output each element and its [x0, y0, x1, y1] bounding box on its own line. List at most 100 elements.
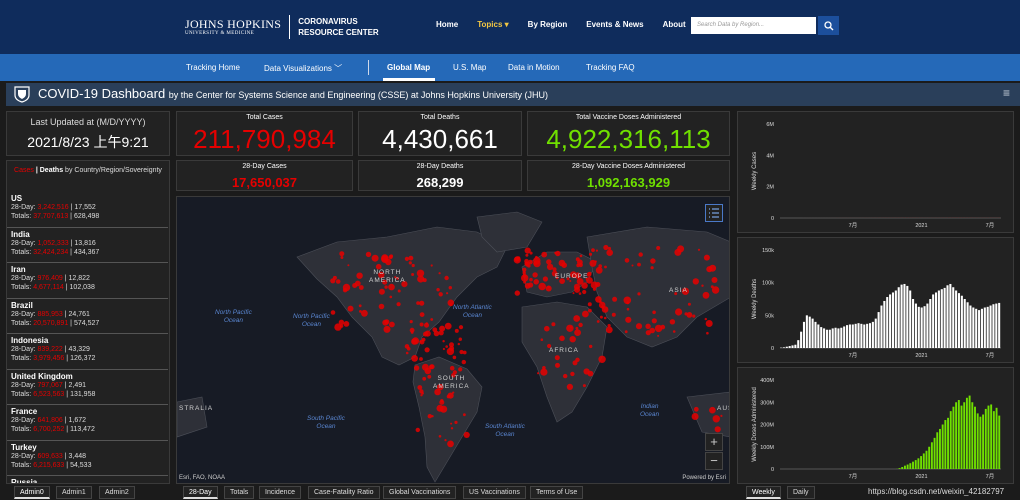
case-dot[interactable]	[645, 330, 651, 336]
case-dot[interactable]	[450, 427, 454, 430]
chart-bar[interactable]	[828, 329, 831, 348]
case-dot[interactable]	[411, 273, 415, 276]
case-dot[interactable]	[712, 415, 720, 423]
chart-bar[interactable]	[949, 283, 952, 348]
case-dot[interactable]	[424, 347, 430, 353]
nav-home[interactable]: Home	[436, 20, 458, 29]
chart-bar[interactable]	[952, 406, 955, 469]
chart-bar[interactable]	[929, 299, 932, 348]
case-dot[interactable]	[574, 329, 581, 336]
case-dot[interactable]	[427, 414, 432, 419]
case-dot[interactable]	[438, 330, 444, 336]
subnav-data-visualizations[interactable]: Data Visualizations ﹀	[264, 63, 342, 74]
chart-bar[interactable]	[989, 305, 992, 348]
chart-bar[interactable]	[974, 406, 976, 469]
tab-admin1[interactable]: Admin1	[56, 486, 92, 499]
case-dot[interactable]	[706, 331, 709, 335]
case-dot[interactable]	[423, 331, 428, 337]
case-dot[interactable]	[514, 290, 520, 296]
case-dot[interactable]	[444, 439, 447, 442]
case-dot[interactable]	[692, 314, 696, 318]
case-dot[interactable]	[605, 326, 613, 334]
chart-bar[interactable]	[969, 305, 972, 348]
chart-bar[interactable]	[825, 329, 828, 348]
case-dot[interactable]	[701, 284, 704, 287]
case-dot[interactable]	[675, 308, 683, 316]
case-dot[interactable]	[714, 426, 721, 433]
case-dot[interactable]	[524, 261, 529, 266]
chart-bar[interactable]	[823, 328, 826, 348]
case-dot[interactable]	[340, 256, 344, 259]
case-dot[interactable]	[583, 368, 590, 375]
case-dot[interactable]	[356, 272, 363, 279]
chart-bar[interactable]	[883, 300, 886, 348]
chart-bar[interactable]	[901, 467, 904, 469]
case-dot[interactable]	[347, 305, 354, 312]
case-dot[interactable]	[382, 319, 389, 326]
chart-bar[interactable]	[797, 340, 800, 348]
case-dot[interactable]	[428, 364, 434, 370]
chart-bar[interactable]	[946, 285, 949, 348]
case-dot[interactable]	[533, 279, 539, 285]
case-dot[interactable]	[335, 279, 341, 284]
case-dot[interactable]	[404, 344, 410, 349]
case-dot[interactable]	[415, 427, 420, 433]
tab-28-day[interactable]: 28-Day	[183, 486, 218, 499]
case-dot[interactable]	[462, 350, 467, 355]
chart-bar[interactable]	[968, 395, 971, 469]
case-dot[interactable]	[537, 372, 540, 375]
case-dot[interactable]	[656, 246, 661, 250]
tab-weekly[interactable]: Weekly	[746, 486, 781, 499]
case-dot[interactable]	[588, 308, 592, 313]
chart-bar[interactable]	[922, 453, 925, 469]
case-dot[interactable]	[569, 336, 576, 343]
case-dot[interactable]	[596, 320, 600, 323]
chart-bar[interactable]	[957, 293, 961, 348]
case-dot[interactable]	[449, 303, 453, 307]
case-dot[interactable]	[529, 277, 533, 282]
case-dot[interactable]	[687, 302, 691, 306]
case-dot[interactable]	[650, 266, 654, 270]
chart-bar[interactable]	[934, 292, 938, 348]
chart-bar[interactable]	[880, 305, 883, 348]
case-dot[interactable]	[570, 371, 575, 377]
case-dot[interactable]	[546, 263, 554, 271]
chart-bar[interactable]	[960, 295, 963, 348]
chart-bar[interactable]	[949, 411, 952, 469]
case-dot[interactable]	[439, 399, 445, 405]
chart-bar[interactable]	[930, 442, 933, 469]
case-dot[interactable]	[446, 292, 449, 295]
chart-bar[interactable]	[846, 325, 849, 348]
chart-bar[interactable]	[984, 408, 987, 469]
case-dot[interactable]	[637, 262, 641, 267]
case-dot[interactable]	[454, 328, 459, 333]
case-dot[interactable]	[521, 274, 529, 282]
case-dot[interactable]	[546, 259, 552, 265]
case-dot[interactable]	[578, 292, 582, 295]
chart-bar[interactable]	[982, 414, 985, 469]
chart-bar[interactable]	[978, 310, 981, 348]
case-dot[interactable]	[427, 374, 432, 379]
chart-bar[interactable]	[992, 411, 995, 469]
tab-incidence[interactable]: Incidence	[259, 486, 301, 499]
case-dot[interactable]	[623, 296, 632, 305]
case-dot[interactable]	[381, 254, 389, 262]
case-dot[interactable]	[651, 318, 657, 324]
chart-bar[interactable]	[857, 323, 860, 348]
case-dot[interactable]	[635, 323, 643, 330]
case-dot[interactable]	[566, 324, 574, 332]
subnav-us-map[interactable]: U.S. Map	[453, 63, 486, 72]
case-dot[interactable]	[672, 330, 676, 333]
chart-bar[interactable]	[897, 287, 900, 348]
case-dot[interactable]	[404, 256, 409, 261]
case-dot[interactable]	[408, 261, 412, 265]
case-dot[interactable]	[365, 251, 372, 258]
chart-bar[interactable]	[912, 461, 914, 469]
case-dot[interactable]	[631, 264, 634, 267]
case-dot[interactable]	[582, 310, 589, 318]
tab-daily[interactable]: Daily	[787, 486, 815, 499]
chart-bar[interactable]	[889, 294, 892, 348]
chart-bar[interactable]	[811, 318, 814, 348]
case-dot[interactable]	[444, 322, 452, 330]
chart-bar[interactable]	[805, 315, 808, 348]
